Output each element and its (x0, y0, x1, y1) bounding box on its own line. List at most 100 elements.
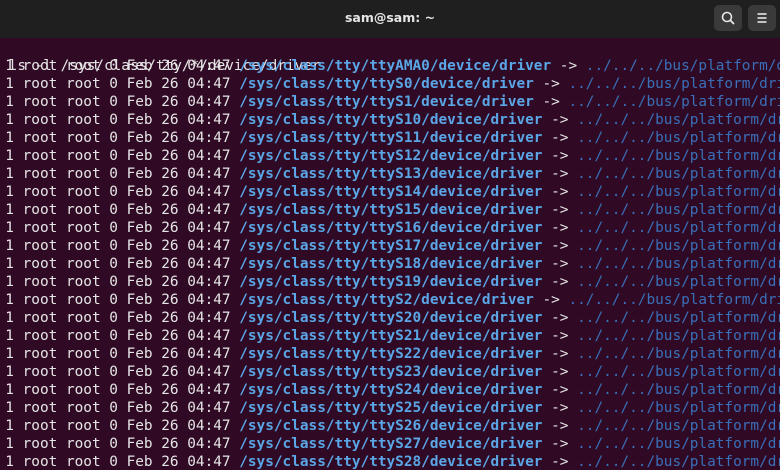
row-metadata: lrwxrwxrwx 1 root root 0 Feb 26 04:47 (5, 112, 231, 128)
link-target: ../../../bus/platform/drivers/serial8250 (577, 256, 780, 272)
row-metadata: lrwxrwxrwx 1 root root 0 Feb 26 04:47 (5, 220, 231, 236)
search-button[interactable] (714, 5, 742, 31)
symlink-arrow: -> (542, 238, 578, 254)
link-path: /sys/class/tty/ttyS14/device/driver (239, 184, 543, 200)
symlink-arrow: -> (542, 130, 578, 146)
listing-row: lrwxrwxrwx 1 root root 0 Feb 26 04:47 /s… (0, 309, 780, 327)
link-target: ../../../bus/platform/drivers/serial8250 (577, 328, 780, 344)
link-target: ../../../bus/platform/drivers/serial8250 (577, 238, 780, 254)
link-target: ../../../bus/platform/drivers/serial8250 (585, 58, 780, 74)
row-metadata: lrwxrwxrwx 1 root root 0 Feb 26 04:47 (5, 184, 231, 200)
link-target: ../../../bus/platform/drivers/serial8250 (577, 130, 780, 146)
search-icon (721, 11, 735, 25)
link-path: /sys/class/tty/ttyS13/device/driver (239, 166, 543, 182)
terminal-output[interactable]: ls -l /sys/class/tty/*/device/driver lrw… (0, 38, 780, 470)
row-metadata: lrwxrwxrwx 1 root root 0 Feb 26 04:47 (5, 382, 231, 398)
window-title: sam@sam: ~ (344, 10, 436, 25)
row-metadata: lrwxrwxrwx 1 root root 0 Feb 26 04:47 (5, 454, 231, 470)
row-metadata: lrwxrwxrwx 1 root root 0 Feb 26 04:47 (5, 256, 231, 272)
row-metadata: lrwxrwxrwx 1 root root 0 Feb 26 04:47 (5, 328, 231, 344)
row-metadata: lrwxrwxrwx 1 root root 0 Feb 26 04:47 (5, 76, 231, 92)
row-metadata: lrwxrwxrwx 1 root root 0 Feb 26 04:47 (5, 364, 231, 380)
link-path: /sys/class/tty/ttyS22/device/driver (239, 346, 543, 362)
link-path: /sys/class/tty/ttyS26/device/driver (239, 418, 543, 434)
command-line: ls -l /sys/class/tty/*/device/driver (0, 39, 321, 74)
link-path: /sys/class/tty/ttyS16/device/driver (239, 220, 543, 236)
row-metadata: lrwxrwxrwx 1 root root 0 Feb 26 04:47 (5, 346, 231, 362)
link-target: ../../../bus/platform/drivers/serial8250 (568, 76, 780, 92)
listing-row: lrwxrwxrwx 1 root root 0 Feb 26 04:47 /s… (0, 147, 780, 165)
symlink-arrow: -> (542, 256, 578, 272)
link-path: /sys/class/tty/ttyS11/device/driver (239, 130, 543, 146)
symlink-arrow: -> (542, 184, 578, 200)
listing-row: lrwxrwxrwx 1 root root 0 Feb 26 04:47 /s… (0, 165, 780, 183)
symlink-arrow: -> (542, 328, 578, 344)
link-target: ../../../bus/platform/drivers/serial8250 (568, 292, 780, 308)
link-path: /sys/class/tty/ttyS21/device/driver (239, 328, 543, 344)
row-metadata: lrwxrwxrwx 1 root root 0 Feb 26 04:47 (5, 130, 231, 146)
symlink-arrow: -> (542, 274, 578, 290)
listing-row: lrwxrwxrwx 1 root root 0 Feb 26 04:47 /s… (0, 381, 780, 399)
link-path: /sys/class/tty/ttyS0/device/driver (239, 76, 534, 92)
link-path: /sys/class/tty/ttyS1/device/driver (239, 94, 534, 110)
symlink-arrow: -> (542, 454, 578, 470)
link-path: /sys/class/tty/ttyS10/device/driver (239, 112, 543, 128)
listing-row: lrwxrwxrwx 1 root root 0 Feb 26 04:47 /s… (0, 219, 780, 237)
link-target: ../../../bus/platform/drivers/serial8250 (577, 454, 780, 470)
symlink-arrow: -> (542, 418, 578, 434)
row-metadata: lrwxrwxrwx 1 root root 0 Feb 26 04:47 (5, 94, 231, 110)
link-target: ../../../bus/platform/drivers/serial8250 (577, 382, 780, 398)
listing-row: lrwxrwxrwx 1 root root 0 Feb 26 04:47 /s… (0, 57, 780, 75)
listing-row: lrwxrwxrwx 1 root root 0 Feb 26 04:47 /s… (0, 327, 780, 345)
symlink-arrow: -> (542, 166, 578, 182)
row-metadata: lrwxrwxrwx 1 root root 0 Feb 26 04:47 (5, 436, 231, 452)
link-path: /sys/class/tty/ttyS28/device/driver (239, 454, 543, 470)
listing-row: lrwxrwxrwx 1 root root 0 Feb 26 04:47 /s… (0, 75, 780, 93)
link-target: ../../../bus/platform/drivers/serial8250 (568, 94, 780, 110)
symlink-arrow: -> (542, 382, 578, 398)
symlink-arrow: -> (551, 58, 586, 74)
link-target: ../../../bus/platform/drivers/serial8250 (577, 310, 780, 326)
link-target: ../../../bus/platform/drivers/serial8250 (577, 274, 780, 290)
symlink-arrow: -> (542, 148, 578, 164)
row-metadata: lrwxrwxrwx 1 root root 0 Feb 26 04:47 (5, 58, 231, 74)
link-path: /sys/class/tty/ttyS20/device/driver (239, 310, 543, 326)
link-path: /sys/class/tty/ttyAMA0/device/driver (239, 58, 552, 74)
link-path: /sys/class/tty/ttyS12/device/driver (239, 148, 543, 164)
link-path: /sys/class/tty/ttyS17/device/driver (239, 238, 543, 254)
link-target: ../../../bus/platform/drivers/serial8250 (577, 166, 780, 182)
symlink-arrow: -> (542, 364, 578, 380)
row-metadata: lrwxrwxrwx 1 root root 0 Feb 26 04:47 (5, 292, 231, 308)
link-target: ../../../bus/platform/drivers/serial8250 (577, 184, 780, 200)
symlink-arrow: -> (542, 220, 578, 236)
menu-button[interactable] (748, 5, 776, 31)
link-path: /sys/class/tty/ttyS24/device/driver (239, 382, 543, 398)
symlink-arrow: -> (533, 94, 569, 110)
hamburger-menu-icon (757, 13, 767, 23)
row-metadata: lrwxrwxrwx 1 root root 0 Feb 26 04:47 (5, 202, 231, 218)
symlink-arrow: -> (542, 202, 578, 218)
link-path: /sys/class/tty/ttyS27/device/driver (239, 436, 543, 452)
link-target: ../../../bus/platform/drivers/serial8250 (577, 346, 780, 362)
symlink-arrow: -> (533, 76, 569, 92)
listing-row: lrwxrwxrwx 1 root root 0 Feb 26 04:47 /s… (0, 435, 780, 453)
listing-row: lrwxrwxrwx 1 root root 0 Feb 26 04:47 /s… (0, 291, 780, 309)
row-metadata: lrwxrwxrwx 1 root root 0 Feb 26 04:47 (5, 166, 231, 182)
symlink-arrow: -> (542, 436, 578, 452)
listing-row: lrwxrwxrwx 1 root root 0 Feb 26 04:47 /s… (0, 129, 780, 147)
symlink-arrow: -> (542, 310, 578, 326)
listing-row: lrwxrwxrwx 1 root root 0 Feb 26 04:47 /s… (0, 363, 780, 381)
listing-row: lrwxrwxrwx 1 root root 0 Feb 26 04:47 /s… (0, 453, 780, 470)
symlink-arrow: -> (533, 292, 569, 308)
listing-row: lrwxrwxrwx 1 root root 0 Feb 26 04:47 /s… (0, 273, 780, 291)
link-target: ../../../bus/platform/drivers/serial8250 (577, 418, 780, 434)
link-target: ../../../bus/platform/drivers/serial8250 (577, 148, 780, 164)
listing-row: lrwxrwxrwx 1 root root 0 Feb 26 04:47 /s… (0, 255, 780, 273)
row-metadata: lrwxrwxrwx 1 root root 0 Feb 26 04:47 (5, 148, 231, 164)
row-metadata: lrwxrwxrwx 1 root root 0 Feb 26 04:47 (5, 274, 231, 290)
listing-row: lrwxrwxrwx 1 root root 0 Feb 26 04:47 /s… (0, 183, 780, 201)
listing-row: lrwxrwxrwx 1 root root 0 Feb 26 04:47 /s… (0, 201, 780, 219)
link-target: ../../../bus/platform/drivers/serial8250 (577, 112, 780, 128)
row-metadata: lrwxrwxrwx 1 root root 0 Feb 26 04:47 (5, 238, 231, 254)
link-target: ../../../bus/platform/drivers/serial8250 (577, 400, 780, 416)
